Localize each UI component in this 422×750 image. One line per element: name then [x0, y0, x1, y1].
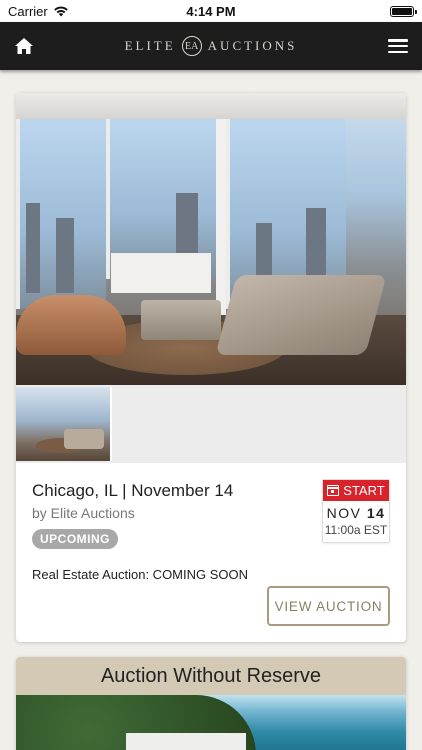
- property-hero-image[interactable]: [16, 93, 406, 385]
- carrier-label: Carrier: [8, 3, 48, 19]
- start-month: NOV: [326, 505, 362, 521]
- view-auction-button[interactable]: VIEW AUCTION: [267, 586, 390, 626]
- auction-card-2-title: Auction Without Reserve: [16, 657, 406, 695]
- calendar-icon: [327, 485, 340, 496]
- thumbnail-image[interactable]: [16, 387, 112, 461]
- home-icon[interactable]: [14, 37, 34, 55]
- clock: 4:14 PM: [186, 3, 236, 19]
- property-hero-image-2[interactable]: [16, 695, 406, 750]
- start-date: NOV 14: [323, 501, 389, 521]
- nav-bar: ELITE EA AUCTIONS: [0, 22, 422, 70]
- carrier-signal: Carrier: [8, 4, 69, 19]
- status-bar: Carrier 4:14 PM: [0, 0, 422, 22]
- card-body: Chicago, IL | November 14 by Elite Aucti…: [16, 463, 406, 642]
- battery-level: [392, 7, 412, 15]
- image-thumbnail-strip: [16, 385, 406, 463]
- auction-card-2[interactable]: Auction Without Reserve: [16, 657, 406, 750]
- logo-text-left: ELITE: [124, 38, 176, 53]
- start-time: 11:00a EST: [324, 523, 388, 537]
- brand-logo[interactable]: ELITE EA AUCTIONS: [125, 36, 298, 56]
- start-date-box: START NOV 14 11:00a EST: [322, 479, 390, 543]
- start-label: START: [343, 483, 385, 498]
- hamburger-menu-icon[interactable]: [387, 39, 408, 53]
- wifi-icon: [53, 6, 68, 17]
- auction-card[interactable]: Chicago, IL | November 14 by Elite Aucti…: [16, 93, 406, 642]
- battery-icon: [390, 5, 417, 17]
- start-day: 14: [366, 505, 386, 521]
- listing-description: Real Estate Auction: COMING SOON: [32, 567, 249, 582]
- status-badge: UPCOMING: [32, 529, 118, 549]
- start-date-header: START: [323, 480, 389, 501]
- logo-text-right: AUCTIONS: [207, 38, 298, 53]
- logo-mark-icon: EA: [181, 36, 202, 56]
